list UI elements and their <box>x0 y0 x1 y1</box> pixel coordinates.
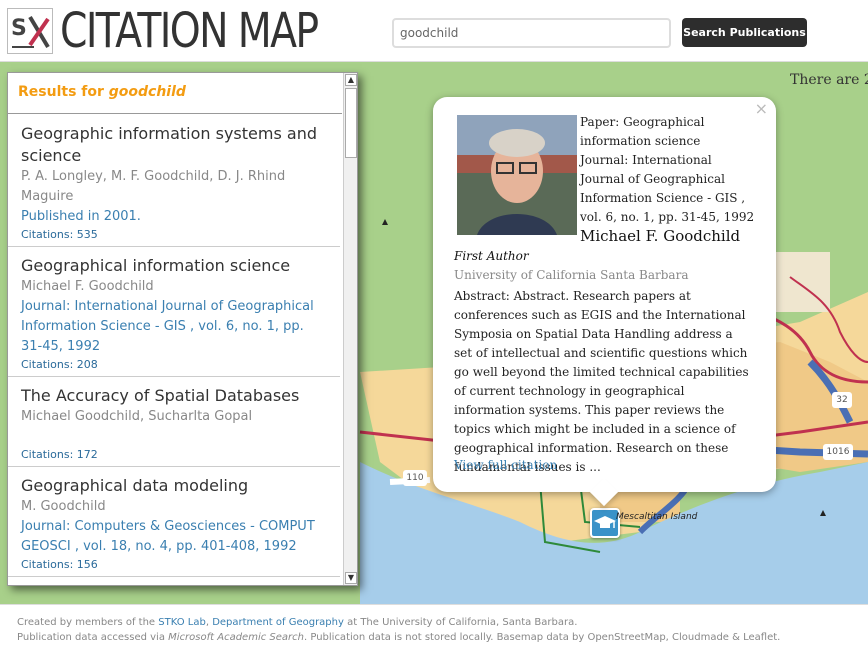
results-panel[interactable]: Results for goodchild Geographic informa… <box>7 72 358 586</box>
result-title[interactable]: Geographical data modeling <box>21 475 327 497</box>
result-count-text: There are 20 <box>790 72 868 88</box>
results-heading: Results for goodchild <box>8 73 342 114</box>
popup-paper-title: Paper: Geographical information science <box>580 115 705 148</box>
view-full-citation-link[interactable]: View full citation <box>454 458 557 472</box>
result-item[interactable]: The Accuracy of Spatial Databases Michae… <box>8 377 340 467</box>
result-authors: Michael Goodchild, Sucharlta Gopal <box>21 409 253 424</box>
search-input[interactable] <box>392 18 671 48</box>
site-title[interactable]: CITATION MAP <box>60 2 319 60</box>
result-item[interactable]: Geographic information systems and scien… <box>8 115 340 247</box>
result-venue <box>21 427 327 447</box>
author-affiliation: University of California Santa Barbara <box>454 268 689 282</box>
result-citations: Citations: 172 <box>21 448 98 461</box>
scroll-down-arrow-icon[interactable]: ▼ <box>345 572 357 584</box>
results-scrollbar[interactable]: ▲ ▼ <box>343 73 357 585</box>
result-item[interactable]: Geographical information science Michael… <box>8 247 340 377</box>
result-citations: Citations: 535 <box>21 228 98 241</box>
result-authors: M. Goodchild <box>21 499 106 514</box>
scroll-up-arrow-icon[interactable]: ▲ <box>345 74 357 86</box>
highway-shield-110: 110 <box>403 470 427 486</box>
logo-icon: S <box>7 8 53 54</box>
header: S CITATION MAP Search Publications <box>0 0 868 62</box>
author-popup: × Paper: Geographical information scienc… <box>433 97 776 507</box>
result-title[interactable]: Geographical information science <box>21 255 327 277</box>
result-title[interactable]: The Accuracy of Spatial Databases <box>21 385 327 407</box>
results-list: Geographic information systems and scien… <box>8 115 342 585</box>
source-link[interactable]: Microsoft Academic Search <box>168 632 304 643</box>
footer: Created by members of the STKO Lab, Depa… <box>0 604 868 651</box>
result-title[interactable]: Geographic information systems and scien… <box>21 123 327 167</box>
graduation-cap-icon <box>594 516 616 528</box>
highway-shield-32: 32 <box>832 392 852 408</box>
result-venue: Journal: International Journal of Geogra… <box>21 299 314 354</box>
highway-shield-1016: 1016 <box>823 444 853 460</box>
app-window: S CITATION MAP Search Publications <box>0 0 868 651</box>
result-authors: Michael F. Goodchild <box>21 279 154 294</box>
popup-journal: Journal: International Journal of Geogra… <box>580 153 755 224</box>
department-link[interactable]: Department of Geography <box>212 617 344 628</box>
results-heading-prefix: Results for <box>18 84 104 100</box>
close-icon[interactable]: × <box>755 99 768 118</box>
popup-abstract: Abstract: Abstract. Research papers at c… <box>454 289 749 474</box>
svg-text:S: S <box>11 16 27 41</box>
result-item[interactable]: Geographical data modeling M. Goodchild … <box>8 467 340 577</box>
stko-lab-link[interactable]: STKO Lab <box>158 617 206 628</box>
author-photo <box>457 115 577 235</box>
author-role: First Author <box>454 249 529 263</box>
footer-line-1: Created by members of the STKO Lab, Depa… <box>17 617 578 628</box>
result-citations: Citations: 208 <box>21 358 98 371</box>
result-venue: Journal: Computers & Geosciences - COMPU… <box>21 519 315 554</box>
result-authors: P. A. Longley, M. F. Goodchild, D. J. Rh… <box>21 169 286 204</box>
results-heading-query: goodchild <box>108 84 186 100</box>
place-label: Mescaltitan Island <box>616 512 698 522</box>
author-name: Michael F. Goodchild <box>580 227 741 245</box>
result-citations: Citations: 156 <box>21 558 98 571</box>
footer-line-2: Publication data accessed via Microsoft … <box>17 632 781 643</box>
result-venue: Published in 2001. <box>21 209 141 224</box>
scroll-thumb[interactable] <box>345 88 357 158</box>
search-publications-button[interactable]: Search Publications <box>682 18 807 47</box>
popup-paper-info: Paper: Geographical information science … <box>580 113 755 227</box>
